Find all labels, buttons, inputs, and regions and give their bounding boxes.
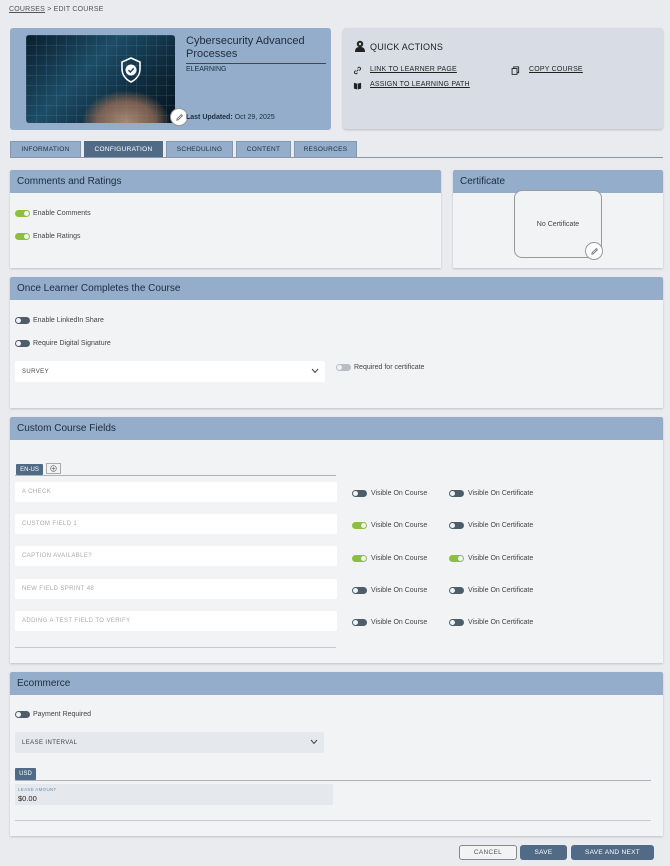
- copy-icon: [511, 66, 520, 75]
- survey-select-value: SURVEY: [22, 368, 49, 375]
- required-certificate-label: Required for certificate: [354, 364, 425, 371]
- custom-field-input[interactable]: A CHECK: [15, 482, 337, 502]
- pencil-icon: [590, 247, 598, 255]
- visible-on-certificate-label: Visible On Certificate: [468, 490, 534, 497]
- tab-information[interactable]: INFORMATION: [10, 141, 81, 157]
- save-and-next-button[interactable]: SAVE AND NEXT: [571, 845, 654, 860]
- copy-course-link[interactable]: COPY COURSE: [529, 66, 583, 73]
- enable-comments-toggle[interactable]: [15, 210, 30, 217]
- lease-interval-select[interactable]: LEASE INTERVAL: [15, 732, 324, 753]
- visible-on-course-toggle[interactable]: [352, 522, 367, 529]
- visible-on-course-label: Visible On Course: [371, 587, 428, 594]
- comments-ratings-title: Comments and Ratings: [10, 170, 441, 193]
- language-tab-en-us[interactable]: EN-US: [16, 464, 43, 475]
- visible-on-certificate-label: Visible On Certificate: [468, 619, 534, 626]
- completion-title: Once Learner Completes the Course: [10, 277, 663, 300]
- add-language-button[interactable]: [46, 463, 61, 474]
- last-updated: Last Updated: Oct 29, 2025: [186, 114, 275, 121]
- custom-field-input[interactable]: CUSTOM FIELD 1: [15, 514, 337, 534]
- custom-field-input[interactable]: NEW FIELD SPRINT 48: [15, 579, 337, 599]
- survey-select[interactable]: SURVEY: [15, 361, 325, 382]
- require-signature-label: Require Digital Signature: [33, 340, 111, 347]
- custom-fields-title: Custom Course Fields: [10, 417, 663, 440]
- custom-field-input[interactable]: ADDING A TEST FIELD TO VERIFY: [15, 611, 337, 631]
- lease-amount-value[interactable]: $0.00: [18, 794, 37, 803]
- visible-on-course-toggle[interactable]: [352, 490, 367, 497]
- breadcrumb-courses-link[interactable]: COURSES: [9, 6, 45, 13]
- chevron-down-icon: [310, 739, 318, 745]
- visible-on-course-toggle[interactable]: [352, 587, 367, 594]
- course-title: Cybersecurity Advanced Processes: [186, 35, 305, 60]
- custom-field-input[interactable]: CAPTION AVAILABLE?: [15, 546, 337, 566]
- visible-on-course-label: Visible On Course: [371, 555, 428, 562]
- breadcrumb: COURSES > EDIT COURSE: [9, 6, 104, 13]
- lease-amount-field[interactable]: [15, 784, 333, 805]
- shield-check-icon: [121, 57, 141, 83]
- ecommerce-panel: Ecommerce Payment Required LEASE INTERVA…: [10, 672, 663, 836]
- completion-panel: Once Learner Completes the Course Enable…: [10, 277, 663, 408]
- ecommerce-title: Ecommerce: [10, 672, 663, 695]
- link-icon: [353, 66, 362, 75]
- enable-comments-label: Enable Comments: [33, 210, 91, 217]
- enable-linkedin-label: Enable LinkedIn Share: [33, 317, 104, 324]
- enable-ratings-toggle[interactable]: [15, 233, 30, 240]
- tab-configuration[interactable]: CONFIGURATION: [84, 141, 163, 157]
- visible-on-certificate-label: Visible On Certificate: [468, 522, 534, 529]
- course-header-card: Cybersecurity Advanced Processes ELEARNI…: [10, 28, 331, 130]
- course-thumbnail: [26, 35, 175, 123]
- visible-on-course-label: Visible On Course: [371, 522, 428, 529]
- enable-linkedin-toggle[interactable]: [15, 317, 30, 324]
- visible-on-course-label: Visible On Course: [371, 619, 428, 626]
- visible-on-certificate-toggle[interactable]: [449, 522, 464, 529]
- pencil-icon: [175, 113, 183, 121]
- payment-required-label: Payment Required: [33, 711, 91, 718]
- visible-on-certificate-label: Visible On Certificate: [468, 555, 534, 562]
- lease-amount-label: LEASE AMOUNT: [18, 787, 57, 792]
- visible-on-certificate-toggle[interactable]: [449, 619, 464, 626]
- save-button[interactable]: SAVE: [520, 845, 567, 860]
- quick-actions-title: QUICK ACTIONS: [370, 42, 444, 52]
- breadcrumb-current: EDIT COURSE: [53, 6, 104, 13]
- lease-interval-value: LEASE INTERVAL: [22, 739, 78, 746]
- require-signature-toggle[interactable]: [15, 340, 30, 347]
- visible-on-certificate-label: Visible On Certificate: [468, 587, 534, 594]
- link-to-learner-page[interactable]: LINK TO LEARNER PAGE: [370, 66, 457, 73]
- edit-certificate-button[interactable]: [585, 242, 603, 260]
- payment-required-toggle[interactable]: [15, 711, 30, 718]
- cancel-button[interactable]: CANCEL: [459, 845, 517, 860]
- plus-circle-icon: [50, 465, 57, 472]
- quick-actions-card: QUICK ACTIONS LINK TO LEARNER PAGE COPY …: [343, 28, 663, 129]
- visible-on-certificate-toggle[interactable]: [449, 555, 464, 562]
- visible-on-certificate-toggle[interactable]: [449, 490, 464, 497]
- visible-on-course-toggle[interactable]: [352, 619, 367, 626]
- assign-to-learning-path-link[interactable]: ASSIGN TO LEARNING PATH: [370, 81, 470, 88]
- visible-on-course-toggle[interactable]: [352, 555, 367, 562]
- enable-ratings-label: Enable Ratings: [33, 233, 81, 240]
- tab-scheduling[interactable]: SCHEDULING: [166, 141, 233, 157]
- tab-resources[interactable]: RESOURCES: [294, 141, 357, 157]
- comments-ratings-panel: Comments and Ratings Enable Comments Ena…: [10, 170, 441, 268]
- visible-on-certificate-toggle[interactable]: [449, 587, 464, 594]
- chevron-down-icon: [311, 368, 319, 374]
- book-icon: [353, 82, 362, 90]
- breadcrumb-separator: >: [47, 6, 52, 13]
- certificate-panel: Certificate No Certificate: [453, 170, 663, 268]
- visible-on-course-label: Visible On Course: [371, 490, 428, 497]
- required-certificate-toggle[interactable]: [336, 364, 351, 371]
- course-type: ELEARNING: [186, 66, 227, 73]
- quick-actions-icon: [355, 40, 365, 52]
- currency-tab-usd[interactable]: USD: [15, 768, 36, 780]
- tab-content[interactable]: CONTENT: [236, 141, 291, 157]
